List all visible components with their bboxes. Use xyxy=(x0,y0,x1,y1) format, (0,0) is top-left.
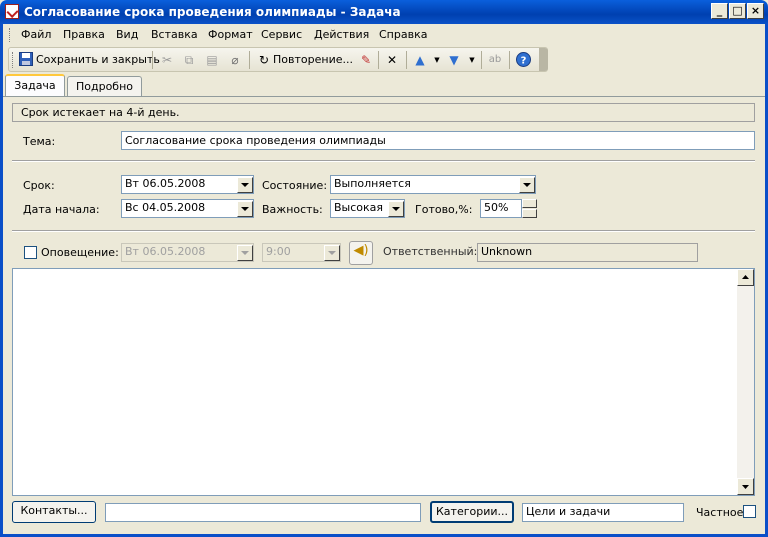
contacts-button[interactable]: Контакты... xyxy=(12,501,96,523)
start-date-field[interactable]: Вс 04.05.2008 xyxy=(121,199,254,218)
reminder-date-field[interactable]: Вт 06.05.2008 xyxy=(121,243,254,262)
copy-icon[interactable]: ⧉ xyxy=(181,52,197,68)
private-label: Частное xyxy=(696,506,744,519)
menu-help[interactable]: Справка xyxy=(379,28,427,41)
scroll-up-icon xyxy=(742,275,749,279)
notes-scrollbar[interactable] xyxy=(737,269,754,495)
reminder-time-dropdown[interactable] xyxy=(324,245,340,261)
scroll-down-button[interactable] xyxy=(737,478,754,495)
svg-text:?: ? xyxy=(520,56,526,67)
menu-actions[interactable]: Действия xyxy=(314,28,369,41)
next-item-icon[interactable]: ▼ xyxy=(446,52,462,68)
save-close-button[interactable]: Сохранить и закрыть xyxy=(36,53,160,66)
save-icon xyxy=(18,52,34,68)
minimize-button[interactable]: _ xyxy=(711,3,728,19)
tab-details[interactable]: Подробно xyxy=(67,76,142,98)
previous-item-icon[interactable]: ▲ xyxy=(412,52,428,68)
due-date-dropdown[interactable] xyxy=(237,177,253,193)
start-label: Дата начала: xyxy=(23,203,100,216)
next-dropdown-icon[interactable]: ▼ xyxy=(464,52,480,68)
priority-dropdown[interactable] xyxy=(388,201,404,217)
status-label: Состояние: xyxy=(262,179,328,192)
info-text: Срок истекает на 4-й день. xyxy=(21,106,180,119)
task-app-icon[interactable] xyxy=(5,4,19,19)
delete-icon[interactable]: ✕ xyxy=(384,52,400,68)
start-date-dropdown[interactable] xyxy=(237,201,253,217)
priority-label: Важность: xyxy=(262,203,323,216)
contacts-input[interactable] xyxy=(105,503,421,522)
attach-icon[interactable]: ⌀ xyxy=(227,52,243,68)
help-icon[interactable]: ? xyxy=(515,52,531,68)
reminder-sound-button[interactable]: ◀) xyxy=(349,241,373,265)
reminder-checkbox[interactable] xyxy=(24,246,37,259)
categories-input[interactable]: Цели и задачи xyxy=(522,503,684,522)
due-date-field[interactable]: Вт 06.05.2008 xyxy=(121,175,254,194)
menu-tools[interactable]: Сервис xyxy=(261,28,302,41)
due-label: Срок: xyxy=(23,179,55,192)
standard-toolbar: Сохранить и закрыть ✂ ⧉ ▤ ⌀ ↻ Повторение… xyxy=(8,47,548,72)
toolbar-grip[interactable] xyxy=(12,52,15,68)
categories-button[interactable]: Категории... xyxy=(430,501,514,523)
status-select[interactable]: Выполняется xyxy=(330,175,536,194)
assign-task-icon[interactable]: ✎ xyxy=(358,52,374,68)
cut-icon[interactable]: ✂ xyxy=(159,52,175,68)
owner-label: Ответственный: xyxy=(383,245,478,258)
subject-label: Тема: xyxy=(23,135,56,148)
title-bar: Согласование срока проведения олимпиады … xyxy=(0,0,768,24)
reminder-label: Оповещение: xyxy=(41,246,119,259)
percent-up-button[interactable] xyxy=(522,199,537,208)
menu-view[interactable]: Вид xyxy=(116,28,138,41)
previous-dropdown-icon[interactable]: ▼ xyxy=(429,52,445,68)
divider xyxy=(12,230,755,232)
paste-icon[interactable]: ▤ xyxy=(204,52,220,68)
info-bar: Срок истекает на 4-й день. xyxy=(12,103,755,122)
private-checkbox[interactable] xyxy=(743,505,756,518)
menu-insert[interactable]: Вставка xyxy=(151,28,198,41)
menu-edit[interactable]: Правка xyxy=(63,28,105,41)
status-dropdown[interactable] xyxy=(519,177,535,193)
notes-textarea[interactable] xyxy=(12,268,755,496)
reminder-date-dropdown[interactable] xyxy=(237,245,253,261)
menu-grip[interactable] xyxy=(9,28,12,42)
maximize-button[interactable]: □ xyxy=(729,3,746,19)
close-button[interactable]: × xyxy=(747,3,764,19)
percent-complete-input[interactable]: 50% xyxy=(480,199,522,218)
complete-label: Готово,%: xyxy=(415,203,473,216)
owner-field: Unknown xyxy=(477,243,698,262)
speaker-icon: ◀) xyxy=(353,243,369,258)
divider xyxy=(12,160,755,162)
recurrence-icon: ↻ xyxy=(258,53,270,67)
menu-bar: Файл Правка Вид Вставка Формат Сервис Де… xyxy=(3,24,765,46)
menu-file[interactable]: Файл xyxy=(21,28,51,41)
window-title: Согласование срока проведения олимпиады … xyxy=(24,5,401,19)
scroll-down-icon xyxy=(742,485,749,489)
recurrence-button[interactable]: Повторение... xyxy=(273,53,353,66)
tab-task[interactable]: Задача xyxy=(5,74,65,98)
scroll-up-button[interactable] xyxy=(737,269,754,286)
menu-format[interactable]: Формат xyxy=(208,28,253,41)
spelling-icon[interactable]: ab xyxy=(487,52,503,68)
toolbar-overflow[interactable] xyxy=(539,48,548,71)
percent-down-button[interactable] xyxy=(522,209,537,218)
subject-input[interactable]: Согласование срока проведения олимпиады xyxy=(121,131,755,150)
